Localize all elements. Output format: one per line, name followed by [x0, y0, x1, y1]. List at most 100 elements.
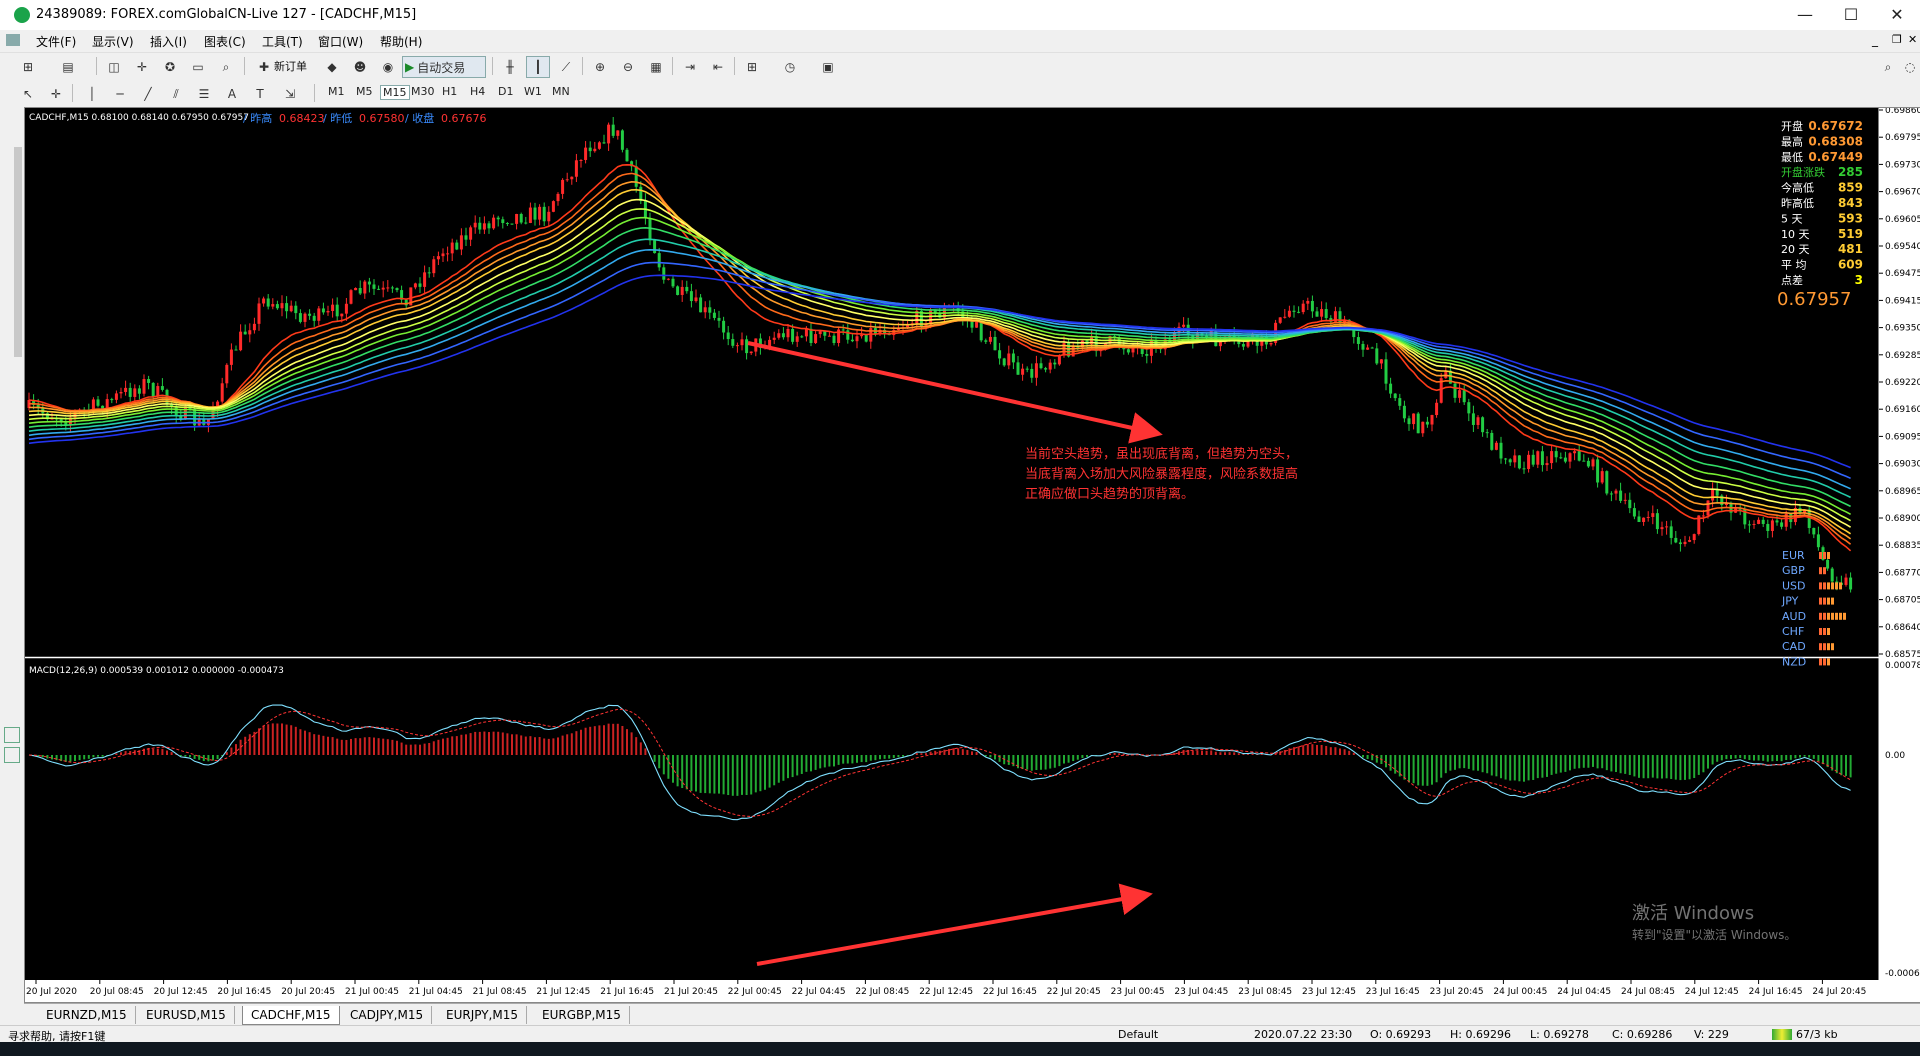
candle: [473, 222, 477, 228]
radio-icon[interactable]: ◉: [376, 56, 400, 78]
macd-bar: [865, 755, 868, 763]
tab-eurusd[interactable]: EURUSD,M15: [138, 1006, 235, 1024]
horizontal-line-icon[interactable]: ─: [108, 83, 132, 105]
macd-bar: [690, 755, 693, 791]
tile-windows-icon[interactable]: ▦: [644, 56, 668, 78]
minimize-button[interactable]: —: [1782, 0, 1828, 30]
timeframe-m5[interactable]: M5: [356, 85, 373, 98]
candle: [1766, 523, 1770, 531]
maximize-button[interactable]: ☐: [1828, 0, 1874, 30]
macd-bar: [501, 732, 504, 755]
periods-icon[interactable]: ◷: [778, 56, 802, 78]
zoom-in-icon[interactable]: ⊕: [588, 56, 612, 78]
menu-window[interactable]: 窗口(W): [318, 33, 363, 50]
macd-bar: [1329, 747, 1332, 755]
menu-view[interactable]: 显示(V): [92, 33, 134, 50]
market-watch-icon[interactable]: ◫: [102, 56, 126, 78]
candlestick-icon[interactable]: ┃: [526, 56, 550, 78]
chart-shift-icon[interactable]: ⇤: [706, 56, 730, 78]
tab-cadjpy[interactable]: CADJPY,M15: [342, 1006, 433, 1024]
status-close: C: 0.69286: [1612, 1028, 1673, 1041]
info-value: 593: [1838, 211, 1863, 225]
menu-charts[interactable]: 图表(C): [204, 33, 246, 50]
annotation-text: 当底背离入场加大风险暴露程度，风险系数提高: [1025, 466, 1298, 482]
timeframe-h4[interactable]: H4: [470, 85, 485, 98]
menu-help[interactable]: 帮助(H): [380, 33, 422, 50]
macd-bar: [1647, 755, 1650, 779]
favorites-tab-icon[interactable]: [4, 747, 20, 763]
new-chart-icon[interactable]: ⊞: [16, 56, 40, 78]
metaeditor-icon[interactable]: ◆: [320, 56, 344, 78]
collapsed-navigator-panel[interactable]: [0, 107, 24, 1017]
terminal-icon[interactable]: ▭: [186, 56, 210, 78]
macd-bar: [483, 731, 486, 755]
candle: [381, 287, 385, 290]
text-tool[interactable]: A: [220, 83, 244, 105]
moving-average-line: [28, 198, 1852, 528]
macd-bar: [773, 755, 776, 786]
candle: [423, 272, 427, 287]
chart-window[interactable]: 0.69860 0.69795 0.69730 0.69670 0.69605 0.695…: [24, 107, 1920, 1003]
tab-eurgbp[interactable]: EURGBP,M15: [534, 1006, 630, 1024]
macd-bar: [626, 729, 628, 755]
chat-icon[interactable]: ◌: [1898, 56, 1920, 78]
trendline-icon[interactable]: ╱: [136, 83, 160, 105]
child-close-icon[interactable]: ✕: [1908, 33, 1917, 46]
child-restore-icon[interactable]: ❐: [1892, 33, 1902, 46]
zoom-out-icon[interactable]: ⊖: [616, 56, 640, 78]
macd-bar: [851, 755, 854, 764]
menu-insert[interactable]: 插入(I): [150, 33, 187, 50]
timeframe-d1[interactable]: D1: [498, 85, 513, 98]
new-order-icon[interactable]: ✚: [252, 56, 276, 78]
macd-signal-line: [28, 708, 1851, 818]
timeframe-w1[interactable]: W1: [524, 85, 542, 98]
navigator-tab-icon[interactable]: [4, 727, 20, 743]
arrows-icon[interactable]: ⇲: [278, 83, 302, 105]
timeframe-m30[interactable]: M30: [411, 85, 435, 98]
data-window-icon[interactable]: ✛: [130, 56, 154, 78]
price-axis-label: 0.68575: [1885, 650, 1920, 660]
auto-scroll-icon[interactable]: ⇥: [678, 56, 702, 78]
bar-chart-icon[interactable]: ╫: [498, 56, 522, 78]
moving-average-line: [28, 172, 1852, 545]
search-icon[interactable]: ⌕: [1876, 56, 1900, 78]
timeframe-h1[interactable]: H1: [442, 85, 457, 98]
signals-icon[interactable]: ☻: [348, 56, 372, 78]
time-axis-label: 22 Jul 00:45: [728, 987, 782, 997]
fibonacci-icon[interactable]: ☰: [192, 83, 216, 105]
vertical-line-icon[interactable]: │: [80, 83, 104, 105]
timeframe-mn[interactable]: MN: [552, 85, 570, 98]
strength-bar: [1819, 612, 1822, 620]
menu-file[interactable]: 文件(F): [36, 33, 76, 50]
profiles-icon[interactable]: ▤: [56, 56, 80, 78]
indicators-icon[interactable]: ⊞: [740, 56, 764, 78]
child-minimize-icon[interactable]: _: [1872, 33, 1878, 47]
cursor-icon[interactable]: ↖: [16, 83, 40, 105]
tab-cadchf[interactable]: CADCHF,M15: [242, 1006, 340, 1025]
timeframe-m15[interactable]: M15: [380, 85, 410, 100]
navigator-scrollbar[interactable]: [14, 147, 22, 357]
candle: [1591, 459, 1595, 467]
auto-trading-button[interactable]: ▶ 自动交易: [402, 56, 486, 78]
tab-eurjpy[interactable]: EURJPY,M15: [438, 1006, 527, 1024]
macd-bar: [837, 755, 840, 765]
timeframe-m1[interactable]: M1: [328, 85, 345, 98]
close-button[interactable]: ✕: [1874, 0, 1920, 30]
price-chart[interactable]: 0.69860 0.69795 0.69730 0.69670 0.69605 0.695…: [25, 108, 1920, 1002]
menu-tools[interactable]: 工具(T): [262, 33, 303, 50]
macd-bar: [478, 731, 481, 755]
templates-icon[interactable]: ▣: [816, 56, 840, 78]
crosshair-icon[interactable]: ✛: [44, 83, 68, 105]
equidistant-channel-icon[interactable]: ⫽: [164, 83, 188, 105]
macd-main-line: [28, 704, 1851, 821]
strategy-tester-icon[interactable]: ⌕: [214, 56, 238, 78]
tab-eurnzd[interactable]: EURNZD,M15: [38, 1006, 136, 1024]
text-label-tool[interactable]: T: [248, 83, 272, 105]
macd-bar: [166, 750, 168, 755]
time-axis-label: 21 Jul 20:45: [664, 987, 718, 997]
line-chart-icon[interactable]: ⟋: [554, 56, 578, 78]
new-order-button[interactable]: 新订单: [274, 58, 307, 74]
macd-bar: [1297, 746, 1300, 755]
navigator-icon[interactable]: ✪: [158, 56, 182, 78]
macd-bar: [1205, 750, 1208, 755]
